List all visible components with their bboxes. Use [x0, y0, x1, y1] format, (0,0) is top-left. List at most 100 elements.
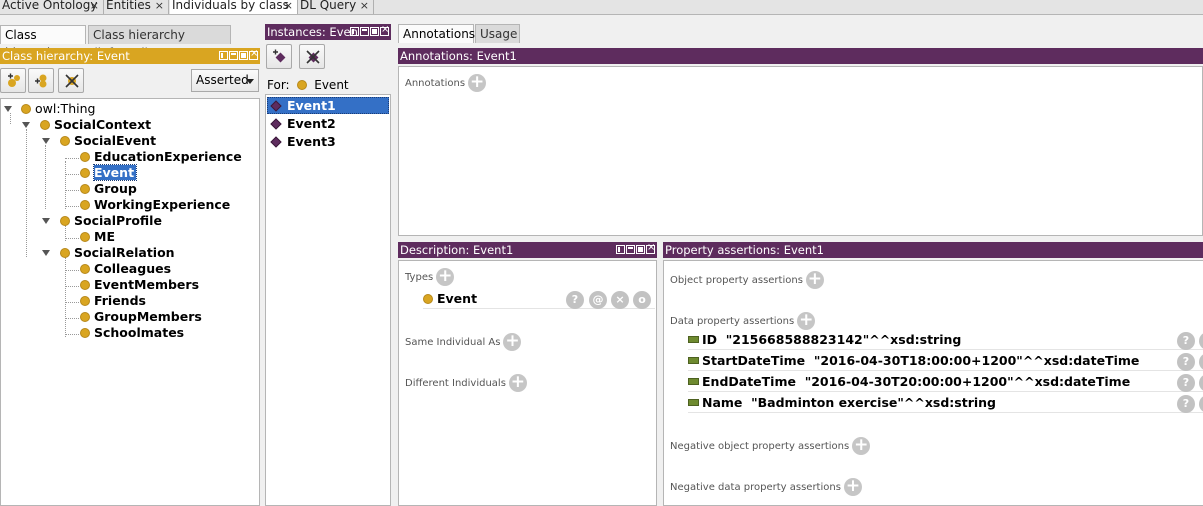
- edit-icon[interactable]: o: [633, 291, 651, 309]
- data-property-icon: [688, 399, 699, 406]
- float-icon[interactable]: [626, 245, 635, 254]
- add-negative-data-property-icon[interactable]: +: [843, 478, 862, 496]
- tab-label: Entities: [106, 0, 151, 12]
- section-label: Data property assertions: [670, 316, 795, 327]
- view-icon[interactable]: [219, 51, 228, 60]
- tree-node-educationexperience[interactable]: EducationExperience: [80, 149, 242, 165]
- tab-class-hierarchy[interactable]: Class hierarchy: [0, 25, 86, 60]
- tab-individuals-by-class[interactable]: Individuals by class ×: [170, 0, 298, 14]
- close-icon[interactable]: ×: [155, 0, 164, 13]
- tab-class-hierarchy-inferred[interactable]: Class hierarchy (inferred): [88, 25, 231, 60]
- tree-node-me[interactable]: ME: [80, 229, 115, 245]
- collapse-icon[interactable]: [4, 106, 12, 112]
- tree-node-label: SocialRelation: [74, 245, 175, 260]
- tree-node-workingexperience[interactable]: WorkingExperience: [80, 197, 230, 213]
- close-icon[interactable]: ×: [90, 0, 99, 13]
- add-subclass-button[interactable]: [0, 68, 26, 93]
- type-label: Event: [437, 291, 478, 306]
- data-property-row[interactable]: Name "Badminton exercise"^^xsd:string: [688, 393, 1203, 413]
- delete-icon[interactable]: ×: [611, 291, 629, 309]
- float-icon[interactable]: [360, 27, 369, 36]
- tab-usage[interactable]: Usage: [475, 24, 520, 43]
- add-individual-icon: [273, 49, 286, 63]
- help-icon[interactable]: ?: [1177, 353, 1195, 371]
- window-controls: [350, 24, 389, 36]
- view-icon[interactable]: [350, 27, 359, 36]
- pin-icon[interactable]: [370, 27, 379, 36]
- delete-class-button[interactable]: [58, 68, 84, 93]
- class-icon: [60, 216, 70, 226]
- instance-item-event3[interactable]: Event3: [270, 134, 336, 150]
- add-different-individual-icon[interactable]: +: [508, 374, 527, 392]
- property-name: StartDateTime: [702, 353, 806, 368]
- property-name: Name: [702, 395, 743, 410]
- tree-node-socialcontext[interactable]: SocialContext: [40, 117, 151, 133]
- tab-dl-query[interactable]: DL Query ×: [298, 0, 374, 14]
- close-icon[interactable]: [249, 48, 258, 60]
- tree-node-socialevent[interactable]: SocialEvent: [60, 133, 156, 149]
- add-negative-object-property-icon[interactable]: +: [852, 437, 871, 455]
- class-icon: [80, 296, 90, 306]
- panel-title: Instances: Even: [267, 25, 358, 39]
- window-controls: [219, 48, 258, 60]
- help-icon[interactable]: ?: [1177, 332, 1195, 350]
- add-sibling-class-button[interactable]: [28, 68, 54, 93]
- tree-node-colleagues[interactable]: Colleagues: [80, 261, 171, 277]
- class-icon: [60, 136, 70, 146]
- tree-node-group[interactable]: Group: [80, 181, 137, 197]
- panel-title: Property assertions: Event1: [665, 243, 824, 257]
- add-data-property-icon[interactable]: +: [797, 312, 816, 330]
- add-same-individual-icon[interactable]: +: [503, 333, 522, 351]
- add-type-icon[interactable]: +: [436, 268, 455, 286]
- tree-node-label: Colleagues: [94, 261, 172, 276]
- description-header: Description: Event1: [398, 242, 657, 258]
- class-tree: owl:Thing SocialContext SocialEvent Educ…: [0, 98, 260, 506]
- help-icon[interactable]: ?: [566, 291, 584, 309]
- tree-node-owl-thing[interactable]: owl:Thing: [21, 101, 95, 117]
- collapse-icon[interactable]: [22, 122, 30, 128]
- delete-individual-button[interactable]: [299, 44, 325, 69]
- property-value: "2016-04-30T20:00:00+1200"^^xsd:dateTime: [804, 374, 1131, 389]
- tree-node-event[interactable]: Event: [80, 164, 138, 181]
- collapse-icon[interactable]: [42, 138, 50, 144]
- add-individual-button[interactable]: [266, 44, 292, 69]
- instance-item-event1[interactable]: Event1: [270, 98, 336, 114]
- different-individuals-section: Different Individuals +: [405, 374, 527, 392]
- data-property-row[interactable]: ID "215668588823142"^^xsd:string: [688, 330, 1203, 350]
- tree-node-socialrelation[interactable]: SocialRelation: [60, 245, 175, 261]
- tree-node-socialprofile[interactable]: SocialProfile: [60, 213, 162, 229]
- tab-entities[interactable]: Entities ×: [104, 0, 169, 14]
- close-icon[interactable]: [646, 242, 655, 254]
- collapse-icon[interactable]: [42, 218, 50, 224]
- help-icon[interactable]: ?: [1177, 374, 1195, 392]
- class-icon: [80, 168, 90, 178]
- instance-item-event2[interactable]: Event2: [270, 116, 336, 132]
- tab-label: Active Ontology: [2, 0, 98, 12]
- annotate-icon[interactable]: @: [589, 291, 607, 309]
- tab-active-ontology[interactable]: Active Ontology ×: [0, 0, 104, 14]
- help-icon[interactable]: ?: [1177, 395, 1195, 413]
- data-property-row[interactable]: StartDateTime "2016-04-30T18:00:00+1200"…: [688, 351, 1203, 371]
- for-label: For:: [267, 78, 290, 92]
- section-label: Object property assertions: [670, 275, 803, 286]
- close-icon[interactable]: [380, 24, 389, 36]
- asserted-dropdown[interactable]: Asserted: [191, 69, 259, 92]
- collapse-icon[interactable]: [42, 250, 50, 256]
- tab-annotations[interactable]: Annotations: [398, 24, 475, 43]
- close-icon[interactable]: ×: [284, 0, 293, 13]
- add-object-property-icon[interactable]: +: [805, 271, 824, 289]
- data-property-row[interactable]: EndDateTime "2016-04-30T20:00:00+1200"^^…: [688, 372, 1203, 392]
- tree-node-eventmembers[interactable]: EventMembers: [80, 277, 199, 293]
- tree-node-schoolmates[interactable]: Schoolmates: [80, 325, 184, 341]
- tab-label: Individuals by class: [172, 0, 289, 12]
- float-icon[interactable]: [229, 51, 238, 60]
- pin-icon[interactable]: [239, 51, 248, 60]
- add-annotation-icon[interactable]: +: [468, 74, 487, 92]
- tree-node-groupmembers[interactable]: GroupMembers: [80, 309, 202, 325]
- tree-node-friends[interactable]: Friends: [80, 293, 146, 309]
- view-icon[interactable]: [616, 245, 625, 254]
- pin-icon[interactable]: [636, 245, 645, 254]
- section-label: Same Individual As: [405, 337, 501, 348]
- annotations-header: Annotations: Event1: [398, 48, 1203, 64]
- close-icon[interactable]: ×: [360, 0, 369, 13]
